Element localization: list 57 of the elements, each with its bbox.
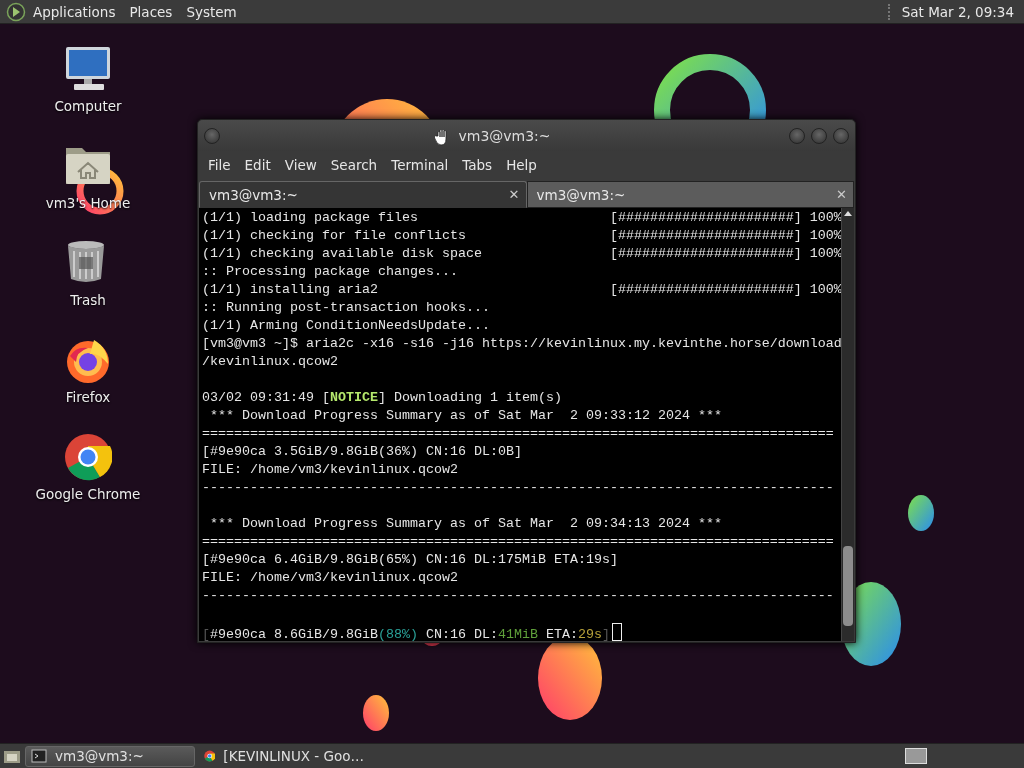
menu-item[interactable]: Search <box>323 157 385 173</box>
window-menu-button[interactable] <box>204 127 220 144</box>
terminal-icon <box>31 748 47 764</box>
terminal-line: *** Download Progress Summary as of Sat Mar 2 09:33:12 2024 *** <box>209 407 723 425</box>
terminal-line: [#9e90ca 8.6GiB/9.8GiB(88%) CN:16 DL:41MiB ETA:29s] <box>202 623 841 641</box>
workspace-switcher[interactable] <box>905 748 927 764</box>
terminal-line: (1/1) checking available disk space [######################] 100% <box>202 245 841 263</box>
terminal-line: (1/1) checking for file conflicts [######################] 100% <box>202 227 841 245</box>
tab[interactable]: vm3@vm3:~ ✕ <box>526 181 854 208</box>
terminal-line: =============================================================================== <box>202 425 835 443</box>
scroll-up-icon <box>843 210 853 217</box>
icon-label[interactable]: Computer <box>54 98 122 114</box>
icon-label[interactable]: Firefox <box>65 389 111 405</box>
menu-item[interactable]: Edit <box>237 157 278 173</box>
clock[interactable]: Sat Mar 2, 09:34 <box>897 3 1018 20</box>
terminal-line: [#9e90ca 6.4GiB/9.8GiB(65%) CN:16 DL:175MiB ETA:19s] <box>202 551 619 569</box>
panel-menu[interactable]: Applications <box>26 3 123 20</box>
terminal-line: [#9e90ca 3.5GiB/9.8GiB(36%) CN:16 DL:0B] <box>202 443 523 461</box>
maximize-button[interactable] <box>811 127 827 144</box>
panel-menu[interactable]: Places <box>122 3 180 20</box>
terminal-line: [vm3@vm3 ~]$ aria2c -x16 -s16 -j16 https://kevinlinux.my.kevinthe.horse/download <box>202 335 841 353</box>
menu-item[interactable]: Tabs <box>455 157 500 173</box>
icon-label[interactable]: Trash <box>70 292 106 308</box>
terminal-line: :: Processing package changes... <box>202 263 459 281</box>
tab[interactable]: vm3@vm3:~ ✕ <box>199 181 527 208</box>
window-title: vm3@vm3:~ <box>458 127 551 144</box>
icon-label[interactable]: Google Chrome <box>35 486 141 502</box>
terminal-line: 03/02 09:31:49 [NOTICE] Downloading 1 item(s) <box>202 389 563 407</box>
terminal-line: ------------------------------------------------------------------------------- <box>202 587 835 605</box>
close-tab-button[interactable]: ✕ <box>834 187 849 202</box>
terminal-line: /kevinlinux.qcow2 <box>202 353 339 371</box>
taskbar-button[interactable]: vm3@vm3:~ <box>25 745 195 767</box>
hand-cursor-icon <box>435 128 449 146</box>
terminal-line: FILE: /home/vm3/kevinlinux.qcow2 <box>202 461 459 479</box>
terminal-line: (1/1) loading package files [######################] 100% <box>202 209 841 227</box>
menu-item[interactable]: File <box>201 157 238 173</box>
panel-menu[interactable]: System <box>179 3 244 20</box>
menu-item[interactable]: Terminal <box>384 157 456 173</box>
menu-item[interactable]: Help <box>499 157 544 173</box>
scrollbar-thumb[interactable] <box>843 546 853 626</box>
terminal-line: :: Running post-transaction hooks... <box>202 299 491 317</box>
panel-handle <box>887 3 892 20</box>
terminal-line: FILE: /home/vm3/kevinlinux.qcow2 <box>202 569 459 587</box>
round-logo-icon <box>64 433 112 481</box>
scrollbar[interactable] <box>841 208 854 641</box>
terminal-line: (1/1) Arming ConditionNeedsUpdate... <box>202 317 491 335</box>
terminal-line: =============================================================================== <box>202 533 835 551</box>
menu-item[interactable]: View <box>277 157 324 173</box>
terminal-line: (1/1) installing aria2 [######################] 100% <box>202 281 841 299</box>
close-tab-button[interactable]: ✕ <box>506 187 522 202</box>
monitor-icon <box>64 45 112 93</box>
terminal-line: *** Download Progress Summary as of Sat Mar 2 09:34:13 2024 *** <box>209 515 723 533</box>
round-logo-icon <box>204 748 216 764</box>
minimize-button[interactable] <box>789 127 805 144</box>
close-button[interactable] <box>833 127 849 144</box>
taskbar-button[interactable]: [KEVINLINUX - Goo… <box>199 745 369 767</box>
terminal-line: ------------------------------------------------------------------------------- <box>202 479 835 497</box>
